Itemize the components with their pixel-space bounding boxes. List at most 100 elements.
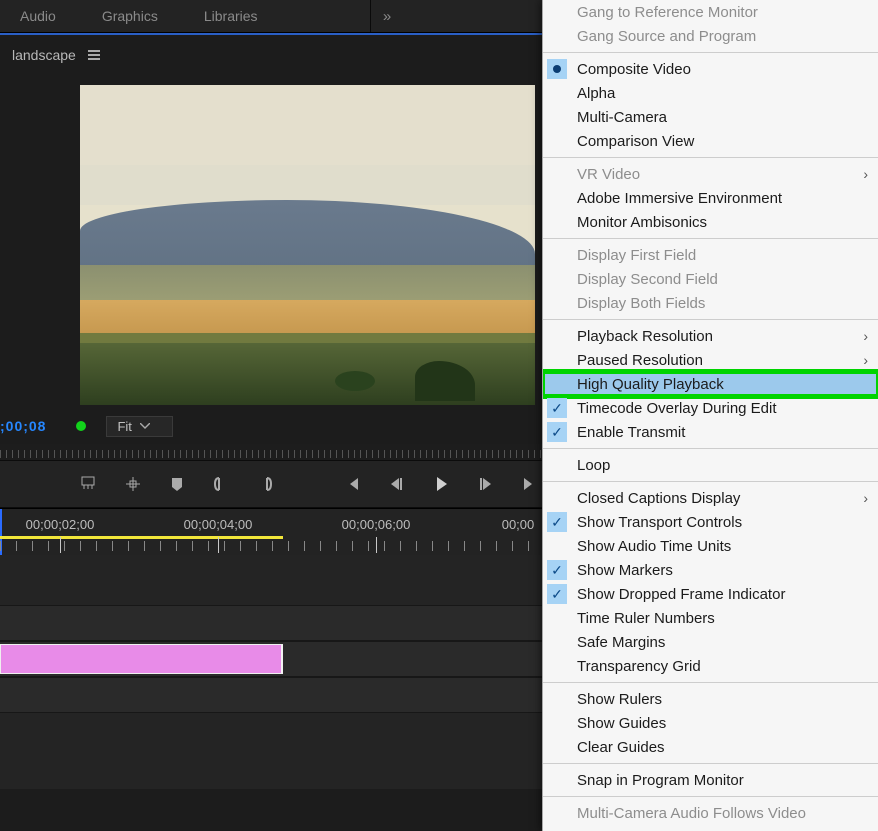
context-menu-item-label: Multi-Camera Audio Follows Video (577, 805, 806, 822)
check-icon (547, 512, 567, 532)
context-menu-item-label: Show Transport Controls (577, 514, 742, 531)
context-menu-item-label: Alpha (577, 85, 615, 102)
check-icon (547, 422, 567, 442)
context-menu-item[interactable]: Show Audio Time Units (543, 534, 878, 558)
menu-separator (543, 481, 878, 482)
video-clip[interactable] (0, 644, 283, 674)
video-preview[interactable] (80, 85, 535, 405)
context-menu-item-label: High Quality Playback (577, 376, 724, 393)
chevron-right-icon: › (863, 166, 868, 182)
context-menu-item-label: Show Dropped Frame Indicator (577, 586, 785, 603)
go-to-out-icon[interactable] (520, 475, 538, 493)
context-menu-item[interactable]: Multi-Camera (543, 105, 878, 129)
timeline-tick-label: 00;00 (502, 517, 535, 532)
context-menu-item: Display First Field (543, 243, 878, 267)
status-dot-icon (76, 421, 86, 431)
add-marker-icon[interactable] (80, 475, 98, 493)
program-monitor-context-menu[interactable]: Gang to Reference Monitor Gang Source and… (542, 0, 878, 831)
menu-overflow-icon[interactable]: » (370, 0, 403, 32)
menu-separator (543, 682, 878, 683)
menu-separator (543, 157, 878, 158)
snap-icon[interactable] (124, 475, 142, 493)
context-menu-item[interactable]: Monitor Ambisonics (543, 210, 878, 234)
context-menu-item-label: Closed Captions Display (577, 490, 740, 507)
context-menu-item-label: Timecode Overlay During Edit (577, 400, 777, 417)
context-menu-item-label: VR Video (577, 166, 640, 183)
menu-graphics[interactable]: Graphics (102, 8, 158, 24)
work-area-bar[interactable] (0, 536, 283, 539)
timeline-tick-label: 00;00;04;00 (184, 517, 253, 532)
radio-icon (547, 59, 567, 79)
timeline-tick-label: 00;00;02;00 (26, 517, 95, 532)
context-menu-item-label: Safe Margins (577, 634, 665, 651)
context-menu-item[interactable]: Time Ruler Numbers (543, 606, 878, 630)
context-menu-item-label: Show Markers (577, 562, 673, 579)
context-menu-item[interactable]: Loop (543, 453, 878, 477)
context-menu-item[interactable]: Show Rulers (543, 687, 878, 711)
context-menu-item[interactable]: Show Transport Controls (543, 510, 878, 534)
mark-out-icon[interactable] (256, 475, 274, 493)
context-menu-item: Display Both Fields (543, 291, 878, 315)
current-timecode[interactable]: ;00;08 (0, 418, 46, 434)
panel-menu-icon[interactable] (88, 50, 100, 60)
go-to-in-icon[interactable] (344, 475, 362, 493)
menu-separator (543, 238, 878, 239)
step-back-icon[interactable] (388, 475, 406, 493)
zoom-select[interactable]: Fit (106, 416, 172, 437)
panel-title: landscape (12, 47, 76, 63)
context-menu-item[interactable]: Show Markers (543, 558, 878, 582)
context-menu-item-label: Playback Resolution (577, 328, 713, 345)
check-icon (547, 560, 567, 580)
context-menu-item-label: Comparison View (577, 133, 694, 150)
context-menu-item[interactable]: Transparency Grid (543, 654, 878, 678)
context-menu-item-label: Display Both Fields (577, 295, 705, 312)
menu-separator (543, 319, 878, 320)
context-menu-item-label: Multi-Camera (577, 109, 667, 126)
context-menu-item-label: Clear Guides (577, 739, 665, 756)
context-menu-item[interactable]: Playback Resolution › (543, 324, 878, 348)
context-menu-item[interactable]: Show Dropped Frame Indicator (543, 582, 878, 606)
context-menu-item: Multi-Camera Selection Top Down (543, 825, 878, 831)
context-menu-item-label: Gang to Reference Monitor (577, 4, 758, 21)
menu-separator (543, 52, 878, 53)
chevron-right-icon: › (863, 352, 868, 368)
context-menu-item-label: Paused Resolution (577, 352, 703, 369)
context-menu-item: Gang to Reference Monitor (543, 0, 878, 24)
context-menu-item-label: Gang Source and Program (577, 28, 756, 45)
context-menu-item[interactable]: Paused Resolution › (543, 348, 878, 372)
context-menu-item[interactable]: Adobe Immersive Environment (543, 186, 878, 210)
step-forward-icon[interactable] (476, 475, 494, 493)
context-menu-item[interactable]: Comparison View (543, 129, 878, 153)
chevron-right-icon: › (863, 328, 868, 344)
context-menu-item-label: Time Ruler Numbers (577, 610, 715, 627)
mark-in-icon[interactable] (212, 475, 230, 493)
context-menu-item[interactable]: Enable Transmit (543, 420, 878, 444)
context-menu-item[interactable]: Show Guides (543, 711, 878, 735)
context-menu-item: Display Second Field (543, 267, 878, 291)
menu-separator (543, 763, 878, 764)
context-menu-item-label: Loop (577, 457, 610, 474)
context-menu-item[interactable]: Composite Video (543, 57, 878, 81)
context-menu-item[interactable]: Closed Captions Display › (543, 486, 878, 510)
context-menu-item: Gang Source and Program (543, 24, 878, 48)
context-menu-item[interactable]: Safe Margins (543, 630, 878, 654)
context-menu-item-label: Snap in Program Monitor (577, 772, 744, 789)
context-menu-item-label: Adobe Immersive Environment (577, 190, 782, 207)
menu-audio[interactable]: Audio (20, 8, 56, 24)
timeline-tick-label: 00;00;06;00 (342, 517, 411, 532)
context-menu-item-label: Show Rulers (577, 691, 662, 708)
context-menu-item-label: Show Guides (577, 715, 666, 732)
play-icon[interactable] (432, 475, 450, 493)
context-menu-item[interactable]: Snap in Program Monitor (543, 768, 878, 792)
context-menu-item[interactable]: High Quality Playback (543, 372, 878, 396)
marker-icon[interactable] (168, 475, 186, 493)
menu-libraries[interactable]: Libraries (204, 8, 258, 24)
chevron-right-icon: › (863, 490, 868, 506)
context-menu-item[interactable]: Clear Guides (543, 735, 878, 759)
context-menu-item-label: Composite Video (577, 61, 691, 78)
context-menu-item: Multi-Camera Audio Follows Video (543, 801, 878, 825)
context-menu-item[interactable]: Timecode Overlay During Edit (543, 396, 878, 420)
context-menu-item[interactable]: Alpha (543, 81, 878, 105)
chevron-down-icon (140, 423, 150, 429)
context-menu-item-label: Show Audio Time Units (577, 538, 731, 555)
